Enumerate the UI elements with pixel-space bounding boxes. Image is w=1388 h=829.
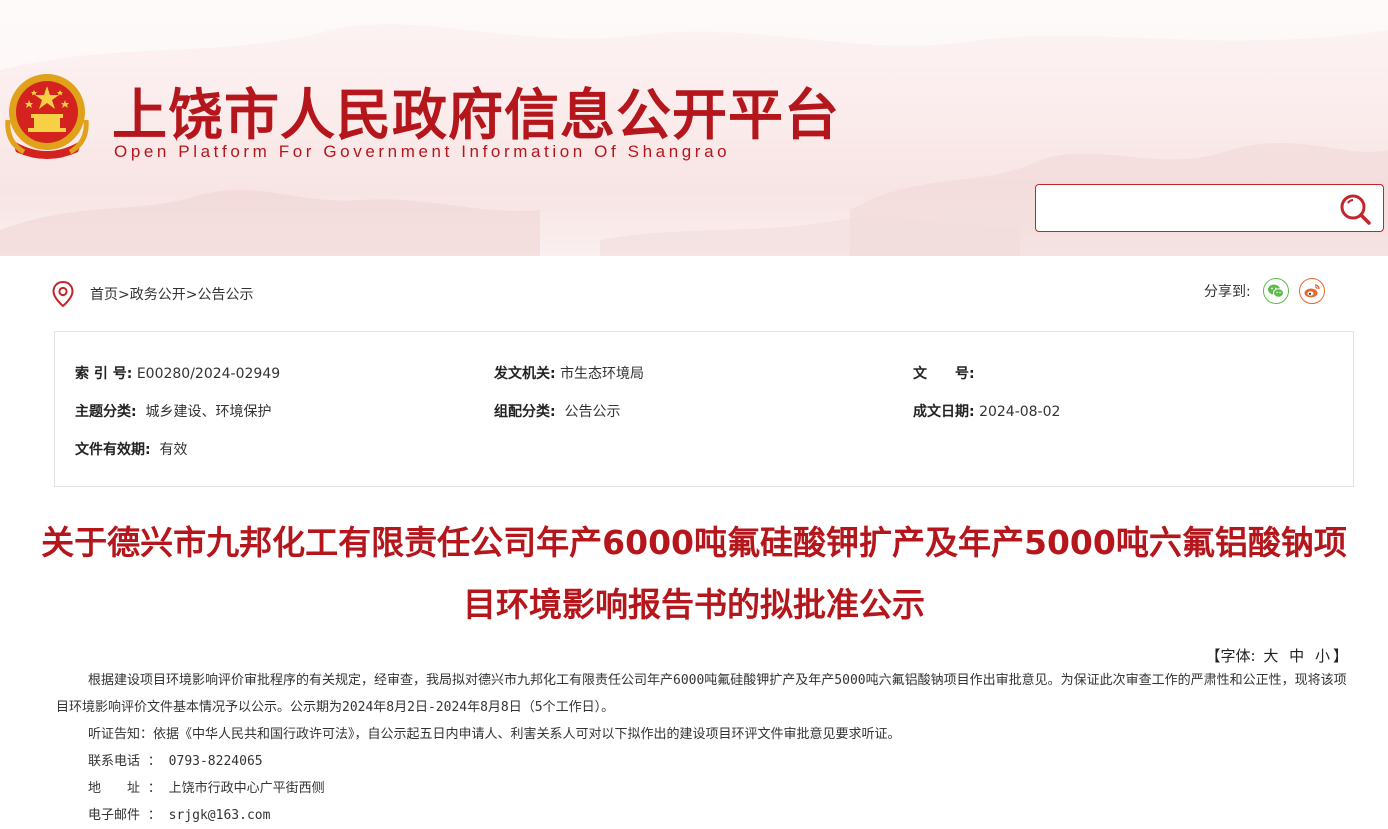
- share-label: 分享到:: [1204, 284, 1251, 300]
- meta-topic: 主题分类: 城乡建设、环境保护: [75, 404, 272, 420]
- body-paragraph: 根据建设项目环境影响评价审批程序的有关规定，经审查，我局拟对德兴市九邦化工有限责…: [56, 673, 1347, 715]
- search-icon[interactable]: [1339, 193, 1371, 225]
- font-size-large-button[interactable]: 大: [1263, 647, 1278, 665]
- meta-category: 组配分类: 公告公示: [494, 404, 621, 420]
- font-size-suffix: 】: [1332, 647, 1348, 665]
- document-title: 关于德兴市九邦化工有限责任公司年产6000吨氟硅酸钾扩产及年产5000吨六氟铝酸…: [41, 523, 1347, 624]
- national-emblem-icon: [5, 74, 89, 159]
- document-meta-panel: 索 引 号: E00280/2024-02949 发文机关: 市生态环境局 文 …: [54, 331, 1354, 487]
- meta-validity: 文件有效期: 有效: [75, 442, 188, 458]
- search-box: [1035, 184, 1384, 232]
- contact-phone: 联系电话 ： 0793-8224065: [88, 754, 263, 769]
- site-title: 上饶市人民政府信息公开平台: [112, 83, 841, 147]
- body-paragraph: 听证告知：依据《中华人民共和国行政许可法》，自公示起五日内申请人、利害关系人可对…: [88, 727, 901, 742]
- breadcrumb-separator: >: [118, 287, 130, 303]
- breadcrumb-announcements[interactable]: 公告公示: [197, 287, 253, 303]
- font-size-control: 【字体: 大 中 小】: [1206, 645, 1348, 666]
- header-banner: 上饶市人民政府信息公开平台 Open Platform For Governme…: [0, 0, 1388, 256]
- meta-issuer: 发文机关: 市生态环境局: [494, 366, 645, 382]
- breadcrumb: 首页>政务公开>公告公示: [90, 284, 253, 304]
- font-size-medium-button[interactable]: 中: [1289, 647, 1304, 665]
- share-bar: 分享到:: [1204, 276, 1335, 306]
- site-subtitle: Open Platform For Government Information…: [114, 142, 731, 161]
- contact-email: 电子邮件 ： srjgk@163.com: [88, 808, 271, 823]
- breadcrumb-gov-affairs[interactable]: 政务公开: [130, 287, 186, 303]
- font-size-small-button[interactable]: 小: [1315, 647, 1330, 665]
- wechat-icon: [1267, 284, 1284, 298]
- contact-address: 地 址 ： 上饶市行政中心广平街西侧: [88, 781, 325, 796]
- search-input[interactable]: [1046, 193, 1330, 225]
- meta-doc-no: 文 号:: [913, 366, 975, 382]
- breadcrumb-separator: >: [185, 287, 198, 303]
- meta-index-no: 索 引 号: E00280/2024-02949: [75, 366, 281, 382]
- meta-date: 成文日期: 2024-08-02: [913, 404, 1061, 420]
- breadcrumb-home[interactable]: 首页: [90, 287, 118, 303]
- document-body: 根据建设项目环境影响评价审批程序的有关规定，经审查，我局拟对德兴市九邦化工有限责…: [56, 667, 1356, 829]
- font-size-prefix: 【字体:: [1205, 647, 1256, 665]
- share-weibo-button[interactable]: [1298, 278, 1325, 304]
- share-wechat-button[interactable]: [1262, 278, 1289, 304]
- location-pin-icon: [52, 281, 74, 307]
- weibo-icon: [1304, 284, 1320, 298]
